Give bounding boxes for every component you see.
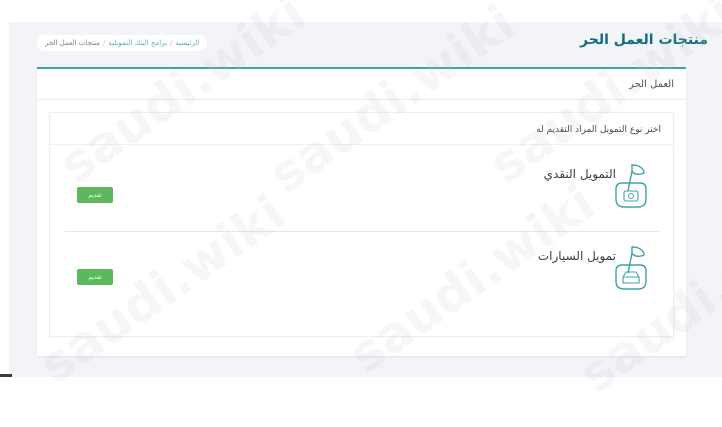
- apply-button[interactable]: تقديم: [77, 269, 113, 285]
- breadcrumb: الرئيسية/برامج البنك التمويلية/منتجات ال…: [37, 35, 208, 51]
- page-title: منتجات العمل الحر: [580, 32, 708, 48]
- edge-divider: [0, 374, 12, 377]
- financing-type-panel: اختر نوع التمويل المراد التقديم له التمو…: [49, 112, 674, 337]
- card-title: العمل الحر: [629, 79, 674, 90]
- apply-button[interactable]: تقديم: [77, 187, 113, 203]
- breadcrumb-separator: /: [102, 39, 106, 47]
- product-divider: [65, 231, 660, 232]
- panel-header: اختر نوع التمويل المراد التقديم له: [536, 125, 661, 135]
- product-name: التمويل النقدي: [543, 167, 616, 181]
- cash-financing-icon: [610, 161, 652, 209]
- breadcrumb-programs-link[interactable]: برامج البنك التمويلية: [108, 39, 167, 47]
- product-car-financing: تمويل السيارات تقديم: [65, 235, 660, 315]
- product-name: تمويل السيارات: [537, 249, 616, 263]
- breadcrumb-separator: /: [169, 39, 173, 47]
- panel-divider: [50, 144, 673, 145]
- breadcrumb-current: منتجات العمل الحر: [45, 39, 100, 47]
- products-card: العمل الحر اختر نوع التمويل المراد التقد…: [37, 67, 686, 356]
- card-divider: [37, 99, 686, 100]
- car-financing-icon: [610, 243, 652, 291]
- breadcrumb-home-link[interactable]: الرئيسية: [175, 39, 199, 47]
- product-cash-financing: التمويل النقدي تقديم: [65, 153, 660, 233]
